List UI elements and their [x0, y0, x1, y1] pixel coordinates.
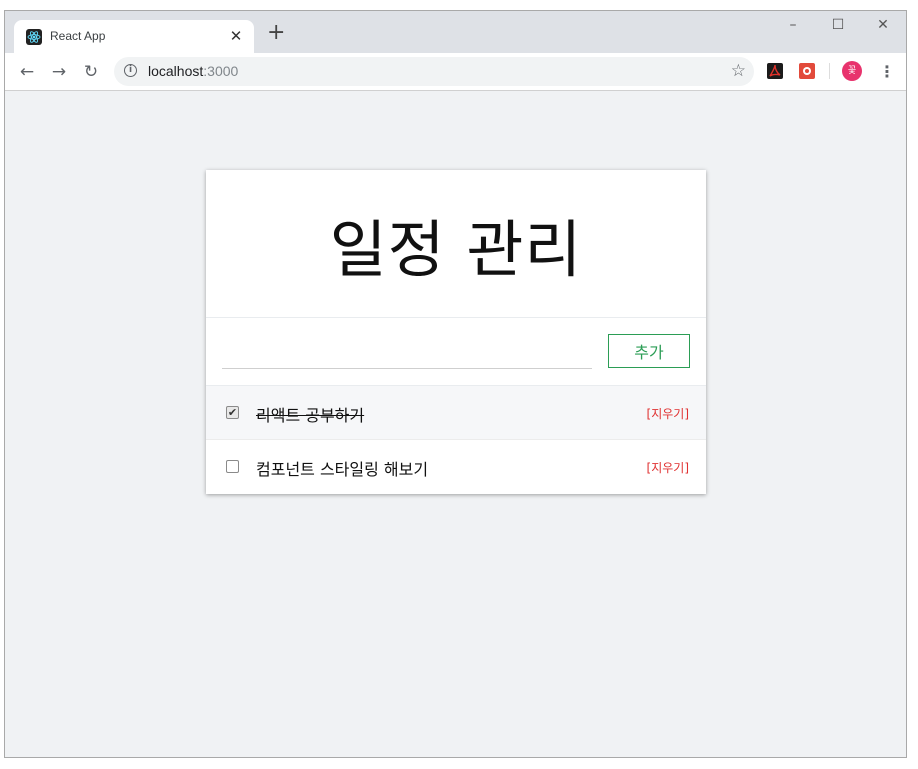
- address-host: localhost: [148, 63, 204, 79]
- window-close-icon[interactable]: ✕: [869, 15, 897, 35]
- todo-text: 컴포넌트 스타일링 해보기: [256, 460, 429, 479]
- todo-template: 일정 관리 추가 ✔ 리액트 공부하기 [지우기] 컴포넌트 스타일링 해보기 …: [206, 170, 706, 494]
- profile-avatar[interactable]: 꽃: [842, 61, 862, 81]
- remove-button[interactable]: [지우기]: [647, 405, 689, 422]
- browser-window: React App ✕ + – ☐ ✕ ← → ↻ i localhost:30…: [4, 10, 907, 758]
- pdf-extension-icon[interactable]: [767, 63, 783, 79]
- minimize-icon[interactable]: –: [779, 15, 807, 35]
- info-icon[interactable]: i: [124, 64, 137, 77]
- menu-icon[interactable]: ⋮: [879, 62, 895, 82]
- browser-toolbar: ← → ↻ i localhost:3000 ☆ 꽃 ⋮: [5, 53, 906, 91]
- address-url: localhost:3000: [148, 63, 238, 79]
- todo-insert-form: 추가: [206, 318, 706, 386]
- extension-icon[interactable]: [799, 63, 815, 79]
- app-title: 일정 관리: [206, 170, 706, 318]
- toolbar-divider: [829, 63, 830, 79]
- forward-arrow-icon[interactable]: →: [49, 62, 69, 82]
- react-logo-icon: [26, 29, 42, 45]
- new-tab-button[interactable]: +: [267, 22, 285, 44]
- address-port: :3000: [203, 63, 239, 79]
- tab-strip: React App ✕ + – ☐ ✕: [5, 11, 906, 53]
- remove-button[interactable]: [지우기]: [647, 459, 689, 476]
- reload-icon[interactable]: ↻: [81, 62, 101, 82]
- star-icon[interactable]: ☆: [731, 61, 746, 81]
- add-button[interactable]: 추가: [608, 334, 690, 368]
- close-icon[interactable]: ✕: [228, 28, 244, 44]
- address-bar[interactable]: i localhost:3000 ☆: [114, 57, 754, 86]
- maximize-icon[interactable]: ☐: [824, 15, 852, 35]
- todo-input[interactable]: [222, 334, 592, 369]
- todo-item: ✔ 리액트 공부하기 [지우기]: [206, 386, 706, 440]
- tab-title: React App: [50, 29, 106, 43]
- tab-react-app[interactable]: React App ✕: [14, 20, 254, 53]
- todo-text: 리액트 공부하기: [256, 406, 365, 425]
- checkbox-icon[interactable]: [226, 460, 239, 473]
- back-arrow-icon[interactable]: ←: [17, 62, 37, 82]
- todo-item: 컴포넌트 스타일링 해보기 [지우기]: [206, 440, 706, 494]
- checkbox-icon[interactable]: ✔: [226, 406, 239, 419]
